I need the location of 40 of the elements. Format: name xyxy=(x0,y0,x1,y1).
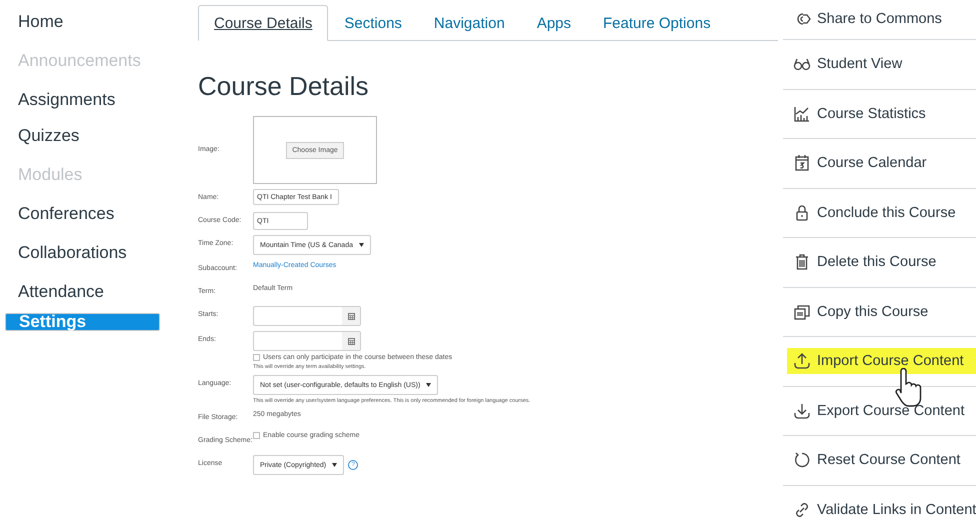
calendar-icon xyxy=(348,338,354,344)
menu-link[interactable]: Import Course Content xyxy=(787,348,976,374)
date-field[interactable] xyxy=(253,331,361,351)
menu-link[interactable]: Course Calendar xyxy=(787,150,976,176)
refresh-icon xyxy=(793,451,811,470)
bar-chart-icon xyxy=(793,104,811,123)
caret-icon xyxy=(426,383,432,387)
tab[interactable]: Navigation xyxy=(418,5,521,41)
sidebar-link[interactable]: Collaborations xyxy=(5,235,160,271)
menu-link[interactable]: Student View xyxy=(787,51,976,78)
menu-link[interactable]: Reset Course Content xyxy=(787,447,976,474)
menu-link[interactable]: Share to Commons xyxy=(787,6,976,32)
page-heading: Course Details xyxy=(198,71,370,102)
menu-link[interactable]: Delete this Course xyxy=(787,249,976,276)
menu-link[interactable]: Course Statistics xyxy=(787,100,976,127)
copy-icon xyxy=(793,302,811,321)
sidebar-link[interactable]: Conferences xyxy=(5,196,160,232)
trash-icon xyxy=(793,253,811,272)
caret-icon xyxy=(359,243,364,247)
menu-link[interactable]: Validate Links in Content xyxy=(787,496,976,523)
date-field[interactable] xyxy=(253,306,361,326)
menu-link[interactable]: Conclude this Course xyxy=(787,200,976,226)
tab[interactable]: Feature Options xyxy=(587,5,727,41)
checkbox[interactable] xyxy=(253,354,260,361)
calendar-icon xyxy=(348,312,354,320)
sidebar-link[interactable]: Assignments xyxy=(5,82,160,118)
tab[interactable]: Course Details xyxy=(198,5,328,41)
download-icon xyxy=(793,402,811,420)
link-icon xyxy=(793,500,811,519)
upload-icon xyxy=(793,352,811,370)
sidebar-link[interactable]: Quizzes xyxy=(5,118,160,154)
menu-link[interactable]: Copy this Course xyxy=(787,298,976,325)
menu-link[interactable]: Export Course Content xyxy=(787,398,976,424)
calendar-icon xyxy=(793,154,811,172)
checkbox[interactable] xyxy=(253,432,260,439)
sidebar-link[interactable]: Home xyxy=(5,4,160,40)
tab[interactable]: Apps xyxy=(520,5,588,41)
tab[interactable]: Sections xyxy=(328,5,418,41)
caret-icon xyxy=(332,463,338,467)
sidebar-link[interactable]: Attendance xyxy=(5,274,160,310)
